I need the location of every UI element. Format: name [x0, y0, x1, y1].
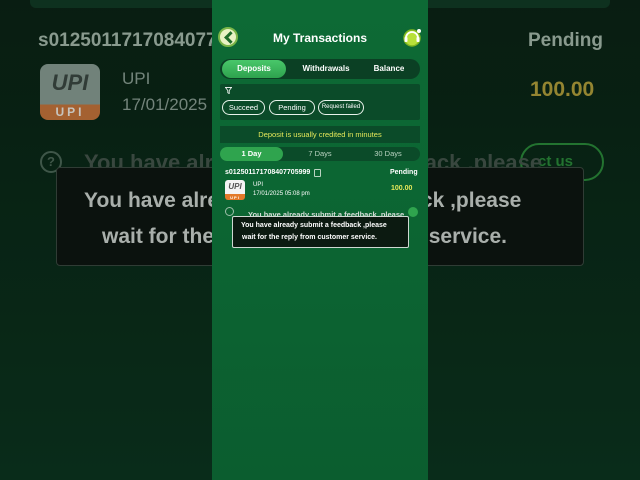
- status-filter: Succeed Pending Request failed: [220, 84, 420, 120]
- filter-chip-succeed[interactable]: Succeed: [222, 100, 265, 115]
- tab-withdrawals[interactable]: Withdrawals: [294, 59, 358, 79]
- date-range-tabs: 1 Day 7 Days 30 Days: [220, 147, 420, 161]
- copy-icon[interactable]: [314, 169, 321, 177]
- upi-logo-caption: UPI: [230, 195, 240, 200]
- headset-icon[interactable]: [401, 27, 423, 47]
- filter-chip-pending[interactable]: Pending: [269, 100, 315, 115]
- deposit-notice: Deposit is usually credited in minutes: [220, 126, 420, 143]
- transaction-method: UPI: [253, 182, 264, 188]
- transaction-id: s012501171708407705999: [225, 169, 311, 176]
- transaction-status: Pending: [390, 169, 418, 176]
- transaction-amount: 100.00: [391, 185, 413, 192]
- toast-line2: wait for the reply from customer service…: [242, 234, 377, 241]
- contact-us-button[interactable]: [408, 207, 418, 217]
- transaction-date: 17/01/2025 05:08 pm: [253, 191, 310, 197]
- tab-balance[interactable]: Balance: [360, 59, 418, 79]
- upi-logo-text: UPI: [228, 182, 242, 191]
- transaction-type-tabs: Deposits Withdrawals Balance: [220, 59, 420, 79]
- tab-deposits[interactable]: Deposits: [222, 60, 286, 78]
- toast-line1: You have already submit a feedback ,plea…: [241, 222, 387, 229]
- filter-icon[interactable]: [225, 87, 232, 94]
- range-30-days[interactable]: 30 Days: [356, 147, 420, 161]
- range-7-days[interactable]: 7 Days: [290, 147, 350, 161]
- phone-screen: My Transactions Deposits Withdrawals Bal…: [212, 0, 428, 480]
- transaction-card[interactable]: s012501171708407705999 Pending UPI UPI U…: [220, 164, 420, 204]
- filter-chip-request-failed[interactable]: Request failed: [318, 100, 364, 115]
- feedback-toast: You have already submit a feedback ,plea…: [232, 216, 409, 248]
- help-icon[interactable]: [225, 207, 234, 216]
- header-bar: My Transactions: [212, 0, 428, 54]
- upi-logo: UPI UPI: [225, 180, 245, 200]
- page-title: My Transactions: [272, 31, 368, 45]
- range-1-day[interactable]: 1 Day: [220, 147, 283, 161]
